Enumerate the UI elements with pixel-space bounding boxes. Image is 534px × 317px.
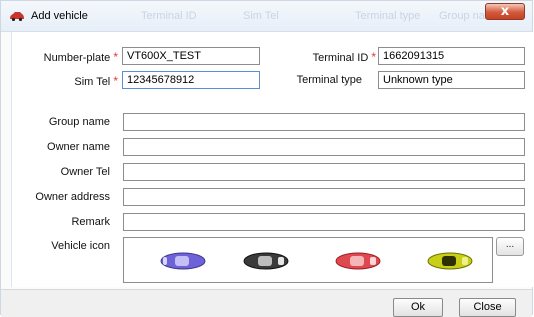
- required-mark: *: [113, 74, 118, 88]
- sim-tel-input[interactable]: 12345678912: [122, 71, 260, 89]
- browse-icon-button[interactable]: ...: [496, 237, 524, 256]
- dialog-title: Add vehicle: [31, 10, 88, 22]
- owner-address-input[interactable]: [123, 188, 525, 206]
- car-black-icon[interactable]: [242, 251, 290, 271]
- group-name-input[interactable]: [123, 113, 525, 131]
- ghost-header-sim-tel: Sim Tel: [243, 10, 279, 22]
- remark-input[interactable]: [123, 213, 525, 231]
- close-icon[interactable]: x: [485, 3, 525, 20]
- car-icon: [10, 12, 24, 21]
- car-red-icon[interactable]: [334, 251, 382, 271]
- car-blue-icon[interactable]: [159, 251, 207, 271]
- add-vehicle-dialog: Add vehicle Terminal ID Sim Tel Terminal…: [0, 0, 534, 317]
- owner-tel-input[interactable]: [123, 163, 525, 181]
- sim-tel-label: Sim Tel *: [74, 74, 118, 88]
- number-plate-label: Number-plate *: [43, 50, 118, 64]
- group-name-label: Group name: [48, 116, 110, 128]
- number-plate-input[interactable]: VT600X_TEST: [122, 47, 260, 65]
- ok-button[interactable]: Ok: [393, 298, 443, 317]
- terminal-type-label: Terminal type: [296, 74, 362, 86]
- owner-name-label: Owner name: [47, 141, 110, 153]
- terminal-type-select[interactable]: Unknown type: [378, 71, 525, 89]
- required-mark: *: [371, 50, 376, 64]
- owner-address-label: Owner address: [35, 191, 110, 203]
- owner-tel-label: Owner Tel: [60, 166, 110, 178]
- terminal-id-input[interactable]: 1662091315: [378, 47, 525, 65]
- vehicle-icon-picker: [123, 237, 493, 283]
- terminal-id-label: Terminal ID *: [312, 50, 376, 64]
- dialog-footer: Ok Close: [1, 289, 532, 317]
- close-button[interactable]: Close: [459, 298, 516, 317]
- form-panel: Number-plate * VT600X_TEST Terminal ID *…: [11, 32, 534, 287]
- remark-label: Remark: [71, 216, 110, 228]
- ghost-header-terminal-id: Terminal ID: [141, 10, 197, 22]
- required-mark: *: [113, 50, 118, 64]
- car-yellow-icon[interactable]: [426, 251, 474, 271]
- ghost-header-terminal-type: Terminal type: [355, 10, 421, 22]
- vehicle-icon-label: Vehicle icon: [51, 240, 110, 252]
- title-bar[interactable]: Add vehicle Terminal ID Sim Tel Terminal…: [1, 1, 532, 32]
- owner-name-input[interactable]: [123, 138, 525, 156]
